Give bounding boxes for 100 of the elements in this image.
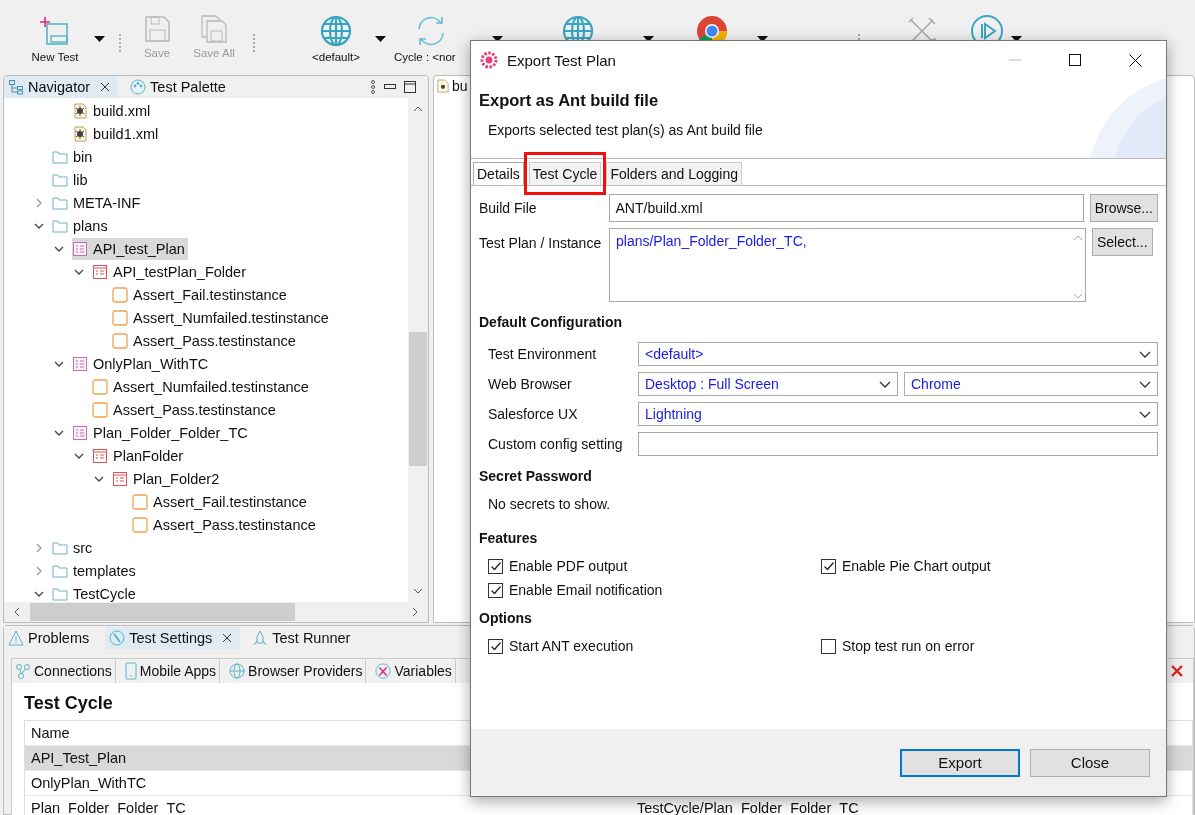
tree-item[interactable]: build.xml — [72, 99, 154, 122]
dialog-button[interactable]: Close — [1030, 748, 1150, 777]
column-header: Name — [30, 725, 71, 741]
rocket-icon — [252, 630, 269, 646]
checkbox[interactable]: Enable Pie Chart output — [821, 558, 1158, 574]
connections-icon — [15, 663, 31, 679]
checkbox[interactable]: Enable PDF output — [488, 558, 821, 574]
editor-tab[interactable]: bu — [434, 76, 471, 96]
caret-icon[interactable] — [757, 36, 768, 42]
caret-icon[interactable] — [375, 36, 386, 42]
tree-item[interactable]: build1.xml — [72, 122, 162, 145]
scroll-up-icon[interactable] — [413, 106, 423, 112]
globe-icon — [319, 14, 353, 48]
field-label: Custom config setting — [488, 436, 624, 452]
save-icon — [142, 14, 172, 44]
view-menu-icon[interactable] — [370, 80, 376, 94]
view-tab[interactable]: Test Settings — [105, 627, 241, 649]
section-title: Secret Password — [479, 468, 593, 484]
view-tab[interactable]: Test Palette — [126, 76, 234, 98]
close-icon[interactable] — [100, 82, 111, 92]
scroll-thumb[interactable] — [30, 603, 295, 621]
input-field[interactable]: ANT/build.xml — [608, 194, 1084, 222]
tree-item[interactable]: Plan_Folder2 — [112, 467, 223, 490]
list-icon — [72, 355, 88, 372]
close-icon[interactable] — [1129, 53, 1142, 67]
tree-item[interactable]: Assert_Pass.testinstance — [132, 513, 319, 536]
select-button[interactable]: Select... — [1092, 228, 1153, 256]
folder-icon — [52, 539, 68, 556]
tree-item[interactable]: Assert_Numfailed.testinstance — [92, 375, 312, 398]
caret-icon[interactable] — [643, 36, 654, 42]
settings-tab[interactable]: Browser Providers — [226, 659, 367, 683]
dialog-tab[interactable]: Details — [473, 162, 524, 185]
gear-icon — [479, 50, 499, 70]
tree-item[interactable]: plans — [52, 214, 111, 237]
field-label: Web Browser — [488, 376, 573, 392]
file-icon — [112, 286, 128, 303]
close-icon[interactable] — [222, 633, 233, 643]
dropdown[interactable]: Desktop : Full Screen — [638, 372, 898, 396]
checkbox[interactable]: Stop test run on error — [821, 638, 1158, 654]
scroll-left-icon[interactable] — [14, 607, 20, 617]
dropdown[interactable]: Chrome — [904, 372, 1158, 396]
caret-icon[interactable] — [94, 36, 105, 42]
folder-icon — [52, 171, 68, 188]
tree-item[interactable]: bin — [52, 145, 96, 168]
view-tab[interactable]: Test Runner — [248, 627, 359, 649]
toolbar-button[interactable]: New Test — [20, 14, 90, 63]
folder-icon — [52, 148, 68, 165]
delete-icon[interactable] — [1171, 665, 1183, 677]
dropdown[interactable]: Lightning — [638, 402, 1158, 426]
tree-item[interactable]: lib — [52, 168, 91, 191]
tree-item[interactable]: Plan_Folder_Folder_TC — [72, 421, 251, 444]
dialog-tab[interactable]: Folders and Logging — [606, 162, 743, 185]
tree-item[interactable]: Assert_Fail.testinstance — [112, 283, 290, 306]
maximize-icon[interactable] — [404, 81, 416, 93]
file-icon — [92, 401, 108, 418]
dialog-button[interactable]: Export — [900, 748, 1020, 777]
tree-item[interactable]: API_testPlan_Folder — [92, 260, 249, 283]
tree-item[interactable]: Assert_Numfailed.testinstance — [112, 306, 332, 329]
maximize-icon[interactable] — [1069, 54, 1081, 66]
scroll-right-icon[interactable] — [412, 607, 418, 617]
checkbox[interactable]: Start ANT execution — [488, 638, 821, 654]
toolbar-grip[interactable] — [119, 34, 123, 52]
settings-tab[interactable]: Connections — [12, 659, 116, 683]
tree-item[interactable]: META-INF — [52, 191, 144, 214]
settings-tab[interactable]: Mobile Apps — [121, 659, 221, 683]
checkbox[interactable]: Enable Email notification — [488, 582, 821, 598]
chevron-icon — [1139, 380, 1151, 388]
view-tab[interactable]: Problems — [4, 627, 98, 649]
input-field[interactable] — [638, 432, 1158, 456]
tree-item[interactable]: templates — [52, 559, 139, 582]
table-cell-text: OnlyPlan_WithTC — [30, 775, 148, 791]
scroll-down-icon[interactable] — [413, 588, 423, 594]
table-cell-text: API_Test_Plan — [30, 750, 128, 766]
caret-icon[interactable] — [492, 36, 503, 42]
toolbar-button[interactable]: <default> — [301, 14, 371, 63]
settings-tab[interactable]: Variables — [372, 659, 456, 683]
tree-item[interactable]: Assert_Fail.testinstance — [132, 490, 310, 513]
tree-item[interactable]: PlanFolder — [92, 444, 187, 467]
toolbar-grip[interactable] — [253, 34, 257, 52]
dropdown[interactable]: <default> — [638, 342, 1158, 366]
caret-icon[interactable] — [1011, 36, 1022, 42]
tree-item[interactable]: src — [52, 536, 96, 559]
browse-button[interactable]: Browse... — [1089, 194, 1158, 222]
tree-item[interactable]: OnlyPlan_WithTC — [72, 352, 212, 375]
file-icon — [92, 378, 108, 395]
tree-item[interactable]: API_test_Plan — [72, 237, 188, 260]
dialog-tab[interactable]: Test Cycle — [528, 162, 602, 185]
tree-icon — [8, 79, 24, 95]
scroll-thumb[interactable] — [409, 332, 427, 466]
minimize-icon[interactable] — [384, 84, 396, 90]
toolbar-button[interactable]: Cycle : <nor — [394, 14, 474, 63]
view-tab[interactable]: Navigator — [4, 76, 119, 98]
file-icon — [437, 79, 449, 93]
scrollbar[interactable] — [4, 602, 428, 622]
field-label: Build File — [479, 200, 538, 216]
checkmark-icon — [489, 584, 502, 596]
variable-icon — [375, 663, 392, 679]
tree-item[interactable]: Assert_Pass.testinstance — [92, 398, 279, 421]
tree-item[interactable]: TestCycle — [52, 582, 139, 605]
tree-item[interactable]: Assert_Pass.testinstance — [112, 329, 299, 352]
